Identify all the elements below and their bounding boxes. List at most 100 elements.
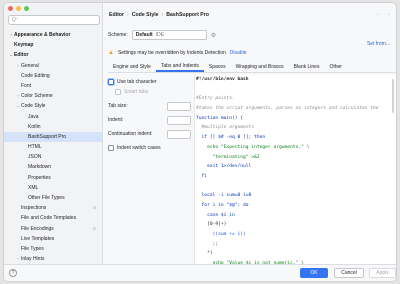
- breadcrumb-separator: ›: [127, 11, 129, 18]
- sidebar-item-font[interactable]: Font: [4, 81, 102, 91]
- gear-icon[interactable]: ⚙: [211, 32, 216, 39]
- set-from-link[interactable]: Set from...: [367, 41, 390, 47]
- sidebar-item-keymap[interactable]: Keymap: [4, 40, 102, 50]
- sidebar-item-java[interactable]: Java: [4, 112, 102, 122]
- help-button[interactable]: ?: [9, 269, 17, 277]
- sidebar-item-label: BashSupport Pro: [28, 133, 67, 140]
- history-nav: ← →: [376, 11, 391, 17]
- tab-spaces[interactable]: Spaces: [204, 62, 231, 72]
- indent-label: Indent:: [108, 117, 124, 123]
- settings-tree: › Appearance & Behavior Keymap ⌄ Editor › Gene…: [4, 30, 102, 264]
- sidebar-item-json[interactable]: JSON: [4, 152, 102, 162]
- sidebar-item-label: Color Scheme: [21, 93, 53, 100]
- smart-tabs-checkbox[interactable]: Smart tabs: [108, 87, 191, 97]
- search-placeholder: Q⁃: [12, 17, 19, 23]
- warning-icon: ▲: [108, 49, 114, 56]
- sidebar-item-label: JSON: [28, 154, 42, 161]
- tab-size-input[interactable]: [167, 101, 191, 111]
- apply-button[interactable]: Apply: [369, 268, 396, 278]
- checkbox-box: [108, 79, 114, 85]
- sidebar-item-label: Kotlin: [28, 123, 41, 130]
- sidebar-item-editor[interactable]: ⌄ Editor: [4, 50, 102, 60]
- sidebar-item-kotlin[interactable]: Kotlin: [4, 122, 102, 132]
- sidebar-item-label: Appearance & Behavior: [14, 32, 71, 38]
- indent-switch-cases-label: Indent switch cases: [117, 145, 161, 151]
- tab-tabs-and-indents[interactable]: Tabs and Indents: [155, 62, 204, 72]
- code-line: echo "Expecting integer arguments." \: [196, 144, 310, 150]
- disable-link[interactable]: Disable: [230, 50, 247, 56]
- sidebar-item-label: Code Style: [21, 103, 46, 110]
- code-line: "terminating" >&2: [196, 154, 260, 160]
- breadcrumb-code-style[interactable]: Code Style: [132, 12, 159, 18]
- sidebar-item-label: Inlay Hints: [21, 256, 45, 263]
- sidebar-item-label: File Types: [21, 245, 44, 252]
- scheme-tag: IDE: [155, 32, 165, 38]
- sidebar-item-markdown[interactable]: Markdown: [4, 162, 102, 172]
- indent-options: Use tab character Smart tabs Tab size: I…: [108, 77, 191, 153]
- sidebar-item-code-style[interactable]: ⌄ Code Style: [4, 101, 102, 111]
- smart-tabs-label: Smart tabs: [124, 89, 149, 95]
- project-scope-icon: ⊟: [92, 205, 96, 211]
- back-arrow-icon[interactable]: ←: [376, 11, 381, 17]
- zoom-window-button[interactable]: [24, 6, 29, 11]
- tab-blank-lines[interactable]: Blank Lines: [289, 62, 325, 72]
- window-controls: [8, 6, 29, 11]
- settings-search-input[interactable]: Q⁃: [8, 15, 100, 25]
- indent-input[interactable]: [167, 115, 191, 125]
- project-scope-icon: ⊟: [92, 225, 96, 231]
- sidebar-item-appearance-behavior[interactable]: › Appearance & Behavior: [4, 30, 102, 40]
- sidebar-item-label: Live Templates: [21, 235, 55, 242]
- continuation-label: Continuation indent:: [108, 131, 153, 137]
- breadcrumb-editor[interactable]: Editor: [109, 12, 124, 18]
- sidebar-item-live-templates[interactable]: Live Templates: [4, 234, 102, 244]
- code-line: ;;: [196, 241, 219, 247]
- code-line: for i in "$@"; do: [196, 202, 249, 208]
- code-line: [0-9]+): [196, 222, 227, 228]
- close-window-button[interactable]: [8, 6, 13, 11]
- code-line: function main() {: [196, 115, 244, 121]
- sidebar-item-html[interactable]: HTML: [4, 142, 102, 152]
- sidebar-item-code-editing[interactable]: Code Editing: [4, 71, 102, 81]
- sidebar-item-label: File Encodings: [21, 225, 54, 232]
- code-line: ((sum += i)): [196, 232, 246, 237]
- indent-switch-cases-checkbox[interactable]: Indent switch cases: [108, 143, 191, 153]
- sidebar-item-bashsupport-pro[interactable]: BashSupport Pro: [4, 131, 102, 143]
- indent-detection-warning: ▲ Settings may be overridden by Indents …: [108, 48, 246, 57]
- code-preview[interactable]: #!/usr/bin/env bash #Entry points. #takes …: [194, 75, 396, 264]
- tab-wrapping-and-braces[interactable]: Wrapping and Braces: [231, 62, 289, 72]
- sidebar-item-label: HTML: [28, 144, 42, 151]
- code-line: #takes the script arguments, parses as i…: [196, 106, 379, 112]
- sidebar-item-file-encodings[interactable]: File Encodings ⊟: [4, 224, 102, 234]
- dialog-footer: ? OK Cancel Apply: [4, 264, 396, 281]
- use-tab-checkbox[interactable]: Use tab character: [108, 77, 191, 87]
- sidebar-item-label: Inspections: [21, 205, 47, 212]
- preview-scrollbar[interactable]: [392, 79, 394, 113]
- continuation-input[interactable]: [167, 129, 191, 139]
- sidebar-item-color-scheme[interactable]: › Color Scheme: [4, 91, 102, 101]
- code-line: if [[ $# -eq 0 ]]; then: [196, 135, 266, 141]
- scheme-select[interactable]: Default IDE: [131, 30, 207, 40]
- sidebar-item-label: Font: [21, 82, 32, 89]
- continuation-field: Continuation indent:: [108, 129, 191, 139]
- code-style-tabs: Engine and Style Tabs and Indents Spaces…: [108, 62, 396, 73]
- minimize-window-button[interactable]: [16, 6, 21, 11]
- sidebar-item-inspections[interactable]: Inspections ⊟: [4, 203, 102, 213]
- sidebar-item-properties[interactable]: Properties: [4, 173, 102, 183]
- code-line: *): [196, 251, 213, 257]
- sidebar-item-file-and-code-templates[interactable]: File and Code Templates: [4, 213, 102, 223]
- scheme-row: Scheme: Default IDE ⚙: [108, 30, 216, 40]
- tab-other[interactable]: Other: [324, 62, 347, 72]
- sidebar-item-xml[interactable]: XML: [4, 183, 102, 193]
- sidebar-item-general[interactable]: › General: [4, 61, 102, 71]
- forward-arrow-icon[interactable]: →: [386, 11, 391, 17]
- sidebar-item-inlay-hints[interactable]: › Inlay Hints: [4, 254, 102, 264]
- sidebar-item-label: General: [21, 62, 39, 69]
- checkbox-box: [108, 145, 114, 151]
- cancel-button[interactable]: Cancel: [334, 268, 364, 278]
- sidebar-item-file-types[interactable]: File Types: [4, 244, 102, 254]
- use-tab-label: Use tab character: [117, 79, 157, 85]
- ok-button[interactable]: OK: [300, 268, 328, 278]
- sidebar-item-other-file-types[interactable]: Other File Types: [4, 193, 102, 203]
- tab-engine-and-style[interactable]: Engine and Style: [108, 62, 156, 72]
- warning-text: Settings may be overridden by Indents De…: [117, 49, 226, 56]
